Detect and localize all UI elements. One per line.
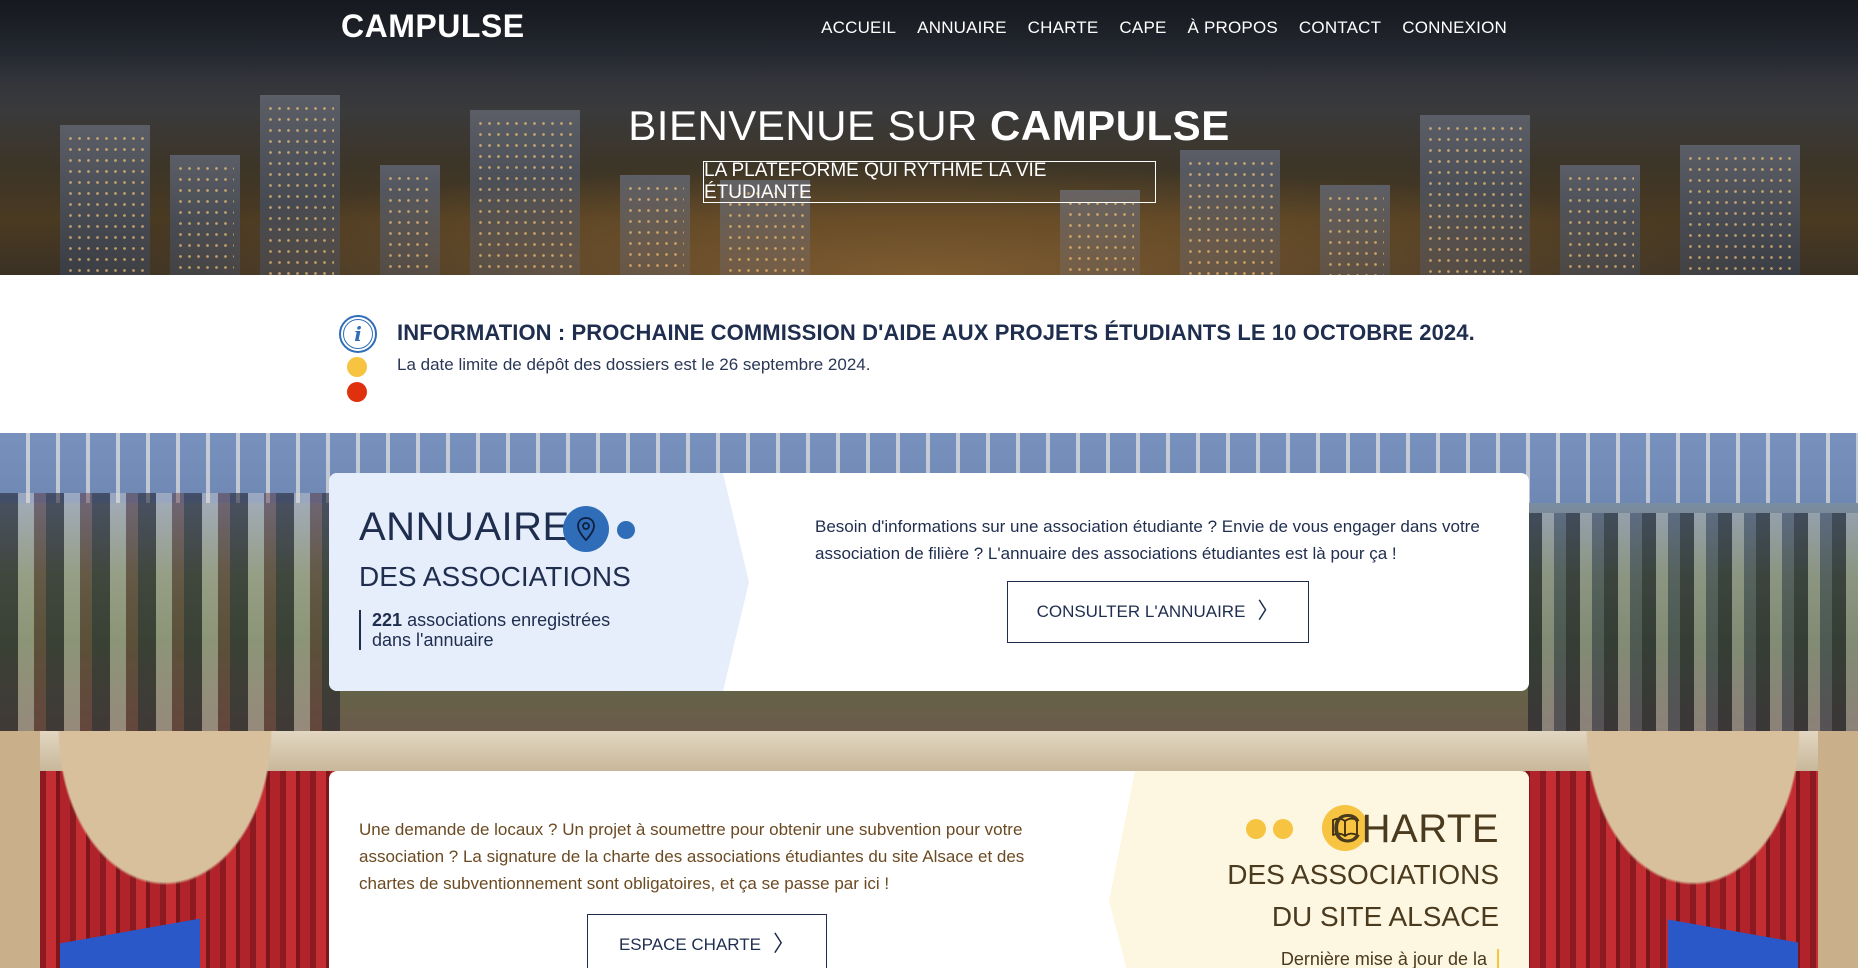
info-text: La date limite de dépôt des dossiers est…	[397, 355, 871, 374]
yellow-dot	[347, 357, 367, 377]
espace-charte-button[interactable]: ESPACE CHARTE 〉	[587, 914, 827, 968]
yellow-dot-1	[1246, 819, 1266, 839]
site-logo[interactable]: CAMPULSE	[341, 8, 525, 45]
nav-contact[interactable]: CONTACT	[1299, 18, 1381, 38]
charte-subtitle-1: DES ASSOCIATIONS	[1227, 859, 1499, 890]
hero-title: BIENVENUE SUR CAMPULSE	[0, 102, 1858, 150]
nav-accueil[interactable]: ACCUEIL	[821, 18, 896, 38]
espace-charte-label: ESPACE CHARTE	[618, 935, 761, 954]
annuaire-count-label2: dans l'annuaire	[372, 630, 494, 650]
nav-annuaire[interactable]: ANNUAIRE	[917, 18, 1006, 38]
charte-description: Une demande de locaux ? Un projet à soum…	[359, 820, 1025, 893]
charte-card: Une demande de locaux ? Un projet à soum…	[329, 771, 1529, 968]
hero-banner: CAMPULSE ACCUEIL ANNUAIRE CHARTE CAPE À …	[0, 0, 1858, 275]
annuaire-count-label: associations enregistrées	[407, 610, 611, 630]
yellow-dot-2	[1273, 819, 1293, 839]
hero-title-prefix: BIENVENUE SUR	[628, 102, 991, 149]
hero-subtitle: LA PLATEFORME QUI RYTHME LA VIE ÉTUDIANT…	[703, 160, 1156, 203]
map-pin-icon	[563, 506, 609, 552]
nav-charte[interactable]: CHARTE	[1028, 18, 1099, 38]
info-banner	[0, 275, 1858, 433]
charte-update: Dernière mise à jour de la	[1281, 949, 1499, 968]
nav-cape[interactable]: CAPE	[1119, 18, 1166, 38]
nav-a-propos[interactable]: À PROPOS	[1188, 18, 1278, 38]
info-title: INFORMATION : PROCHAINE COMMISSION D'AID…	[397, 320, 1475, 345]
chevron-right-icon: 〉	[1257, 599, 1280, 624]
red-dot	[347, 382, 367, 402]
annuaire-subtitle: DES ASSOCIATIONS	[359, 561, 631, 592]
info-icon: i	[339, 315, 377, 353]
blue-dot	[617, 521, 635, 539]
annuaire-title: ANNUAIRE	[359, 505, 570, 549]
nav-connexion[interactable]: CONNEXION	[1402, 18, 1507, 38]
chevron-right-icon: 〉	[773, 932, 796, 957]
main-nav: ACCUEIL ANNUAIRE CHARTE CAPE À PROPOS CO…	[821, 18, 1507, 38]
annuaire-count: 221 associations enregistrées dans l'ann…	[359, 610, 619, 650]
annuaire-card: ANNUAIRE DES ASSOCIATIONS 221 associatio…	[329, 473, 1529, 691]
hero-title-brand: CAMPULSE	[990, 102, 1230, 149]
annuaire-description: Besoin d'informations sur une associatio…	[815, 517, 1480, 563]
charte-title: CHARTE	[1332, 807, 1499, 851]
annuaire-count-number: 221	[372, 610, 403, 630]
charte-subtitle-2: DU SITE ALSACE	[1271, 901, 1499, 932]
consulter-annuaire-label: CONSULTER L'ANNUAIRE	[1036, 602, 1246, 621]
consulter-annuaire-button[interactable]: CONSULTER L'ANNUAIRE 〉	[1007, 581, 1309, 643]
